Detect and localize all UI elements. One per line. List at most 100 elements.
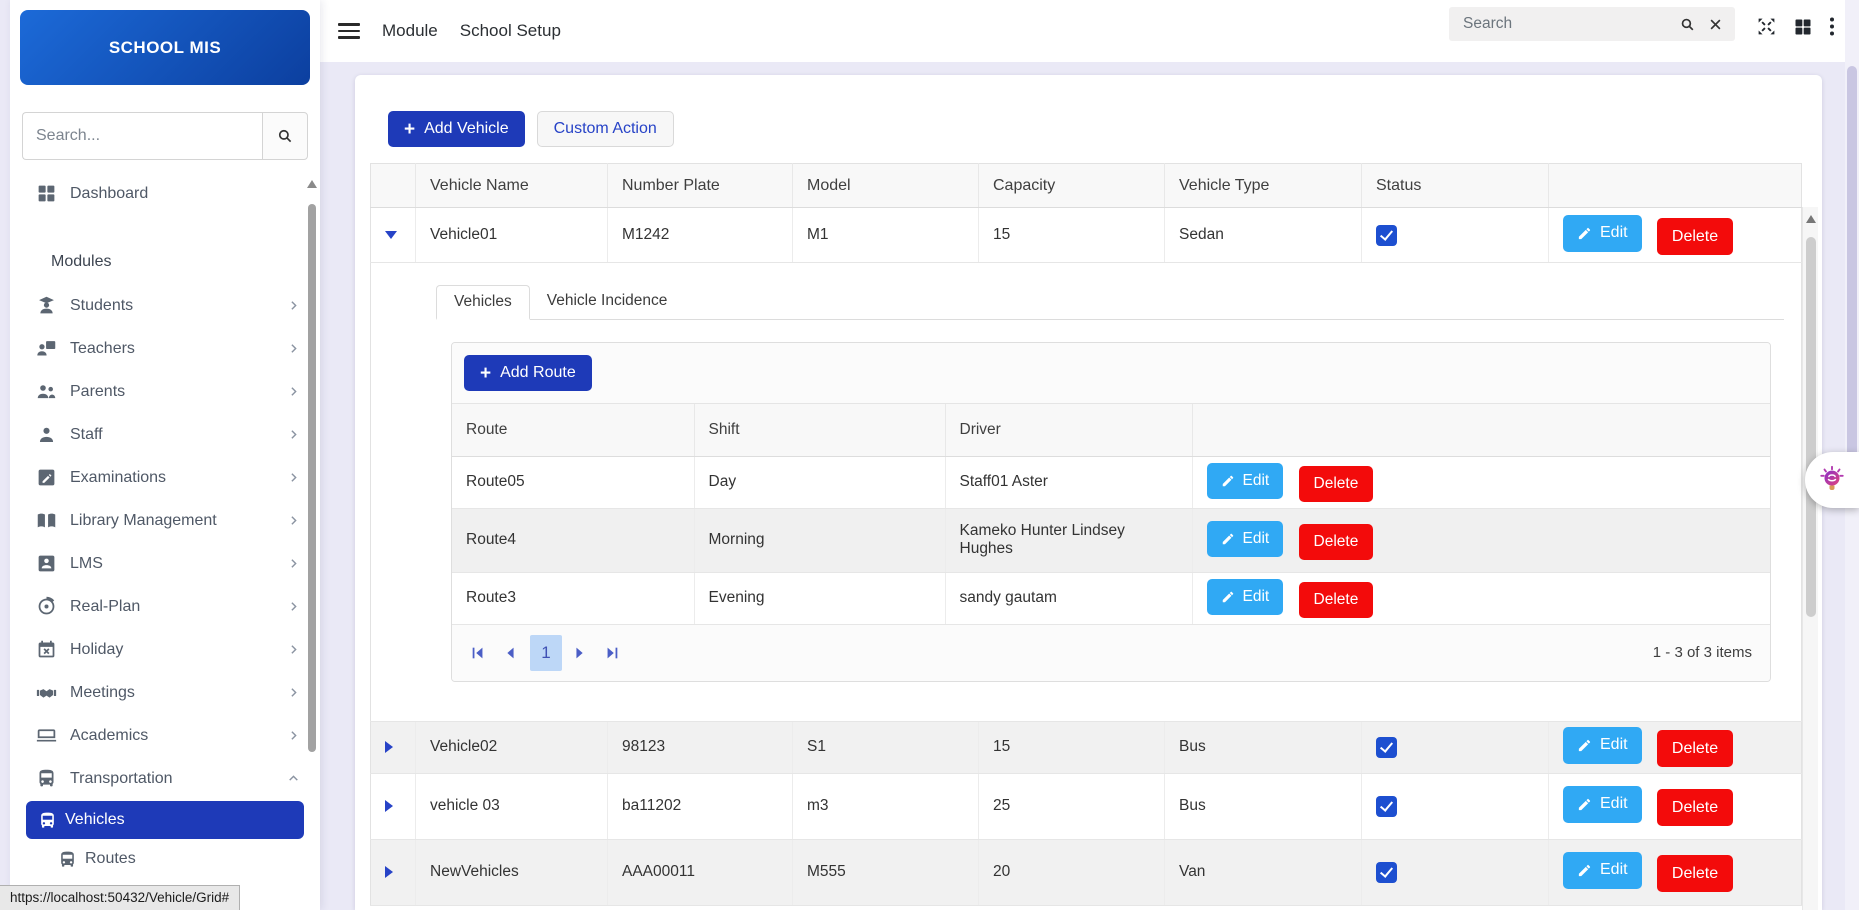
fullscreen-icon[interactable] — [1756, 16, 1777, 37]
sidebar-item-label: Academics — [70, 727, 148, 745]
lightbulb-brain-icon — [1817, 465, 1847, 495]
route-row: Route05 Day Staff01 Aster Edit Delete — [452, 456, 1770, 508]
delete-button[interactable]: Delete — [1657, 218, 1733, 255]
sidebar-item-meetings[interactable]: Meetings — [10, 671, 320, 714]
pager-last-page-icon[interactable] — [604, 645, 620, 661]
pager-next-page-icon[interactable] — [572, 645, 588, 661]
cell-vehicle-name: Vehicle02 — [416, 721, 608, 773]
grid-toolbar: + Add Vehicle Custom Action — [355, 75, 1822, 147]
chevron-right-icon — [287, 643, 300, 656]
delete-button[interactable]: Delete — [1299, 524, 1374, 560]
edit-button[interactable]: Edit — [1563, 852, 1642, 889]
sidebar-item-holiday[interactable]: Holiday — [10, 628, 320, 671]
sidebar: SCHOOL MIS Dashboard Modules Students Te… — [10, 0, 320, 910]
edit-button[interactable]: Edit — [1207, 463, 1284, 499]
scrollbar-thumb[interactable] — [1847, 66, 1857, 486]
pager-page-1[interactable]: 1 — [530, 635, 562, 671]
chevron-right-icon — [287, 428, 300, 441]
edit-button[interactable]: Edit — [1563, 215, 1642, 252]
apps-grid-icon[interactable] — [1793, 17, 1813, 37]
sidebar-item-students[interactable]: Students — [10, 284, 320, 327]
sidebar-item-lms[interactable]: LMS — [10, 542, 320, 585]
cell-number-plate: 98123 — [608, 721, 793, 773]
sidebar-item-label: Parents — [70, 383, 125, 401]
students-icon — [36, 295, 57, 316]
more-options-icon[interactable] — [1829, 16, 1835, 37]
cell-capacity: 15 — [979, 208, 1165, 263]
sidebar-item-academics[interactable]: Academics — [10, 714, 320, 757]
route-grid-widget: + Add Route Route Shift Driver — [451, 342, 1771, 682]
delete-button[interactable]: Delete — [1657, 730, 1733, 767]
status-checkbox[interactable] — [1376, 796, 1397, 817]
vehicle-detail-row: Vehicles Vehicle Incidence + Add Route — [371, 263, 1802, 722]
sidebar-item-transportation[interactable]: Transportation — [10, 757, 320, 800]
status-checkbox[interactable] — [1376, 862, 1397, 883]
status-checkbox[interactable] — [1376, 225, 1397, 246]
pager-prev-page-icon[interactable] — [502, 645, 518, 661]
ai-assistant-button[interactable] — [1805, 452, 1859, 508]
status-checkbox[interactable] — [1376, 737, 1397, 758]
sidebar-item-real-plan[interactable]: Real-Plan — [10, 585, 320, 628]
cell-driver: sandy gautam — [945, 572, 1192, 624]
sidebar-search-button[interactable] — [262, 112, 308, 160]
sidebar-item-teachers[interactable]: Teachers — [10, 327, 320, 370]
topbar-menu-school-setup[interactable]: School Setup — [460, 21, 561, 41]
chevron-right-icon — [287, 471, 300, 484]
tab-vehicle-incidence[interactable]: Vehicle Incidence — [530, 285, 685, 319]
sidebar-item-routes[interactable]: Routes — [10, 840, 320, 878]
sidebar-item-staff[interactable]: Staff — [10, 413, 320, 456]
sidebar-scrollbar[interactable] — [307, 180, 317, 900]
sidebar-item-label: Staff — [70, 426, 103, 444]
search-icon[interactable] — [1679, 16, 1696, 33]
chevron-right-icon — [287, 299, 300, 312]
sidebar-item-vehicles[interactable]: Vehicles — [26, 801, 304, 839]
status-url-bar: https://localhost:50432/Vehicle/Grid# — [0, 885, 240, 910]
topbar: Module School Setup — [320, 0, 1845, 62]
custom-action-button[interactable]: Custom Action — [537, 111, 674, 147]
staff-icon — [36, 424, 57, 445]
grid-scrollbar[interactable] — [1802, 207, 1818, 910]
sidebar-item-label: Examinations — [70, 469, 166, 487]
scrollbar-thumb[interactable] — [1806, 237, 1816, 617]
cell-route: Route4 — [452, 508, 694, 572]
sidebar-item-label: Routes — [85, 850, 136, 868]
column-header: Model — [793, 164, 979, 208]
add-route-button[interactable]: + Add Route — [464, 355, 592, 391]
topbar-search — [1449, 7, 1735, 41]
tab-vehicles[interactable]: Vehicles — [436, 285, 530, 320]
delete-button[interactable]: Delete — [1299, 582, 1374, 618]
sidebar-item-library[interactable]: Library Management — [10, 499, 320, 542]
expand-row-icon[interactable] — [385, 741, 393, 753]
detail-tabstrip: Vehicles Vehicle Incidence — [436, 285, 1784, 320]
delete-button[interactable]: Delete — [1657, 789, 1733, 826]
search-icon — [276, 127, 294, 145]
topbar-menu-module[interactable]: Module — [382, 21, 438, 41]
sidebar-item-examinations[interactable]: Examinations — [10, 456, 320, 499]
real-plan-icon — [36, 596, 57, 617]
scroll-up-arrow[interactable] — [307, 180, 317, 188]
chevron-right-icon — [287, 514, 300, 527]
sidebar-item-label: Meetings — [70, 684, 135, 702]
edit-button[interactable]: Edit — [1207, 579, 1284, 615]
sidebar-item-parents[interactable]: Parents — [10, 370, 320, 413]
pager-first-page-icon[interactable] — [470, 645, 486, 661]
delete-button[interactable]: Delete — [1657, 855, 1733, 892]
clear-search-icon[interactable] — [1708, 17, 1723, 32]
edit-button[interactable]: Edit — [1563, 786, 1642, 823]
hamburger-menu-icon[interactable] — [338, 19, 360, 43]
plus-icon: + — [404, 120, 415, 139]
edit-button[interactable]: Edit — [1207, 521, 1284, 557]
topbar-search-input[interactable] — [1463, 15, 1667, 33]
examinations-icon — [36, 467, 57, 488]
edit-button[interactable]: Edit — [1563, 727, 1642, 764]
delete-button[interactable]: Delete — [1299, 466, 1374, 502]
expand-row-icon[interactable] — [385, 800, 393, 812]
cell-vehicle-type: Van — [1165, 839, 1362, 905]
sidebar-item-dashboard[interactable]: Dashboard — [10, 172, 320, 215]
add-vehicle-button[interactable]: + Add Vehicle — [388, 111, 525, 147]
collapse-row-icon[interactable] — [385, 231, 397, 239]
expand-row-icon[interactable] — [385, 866, 393, 878]
scroll-up-arrow[interactable] — [1806, 215, 1816, 223]
sidebar-search-input[interactable] — [22, 112, 262, 160]
scrollbar-thumb[interactable] — [308, 204, 316, 752]
